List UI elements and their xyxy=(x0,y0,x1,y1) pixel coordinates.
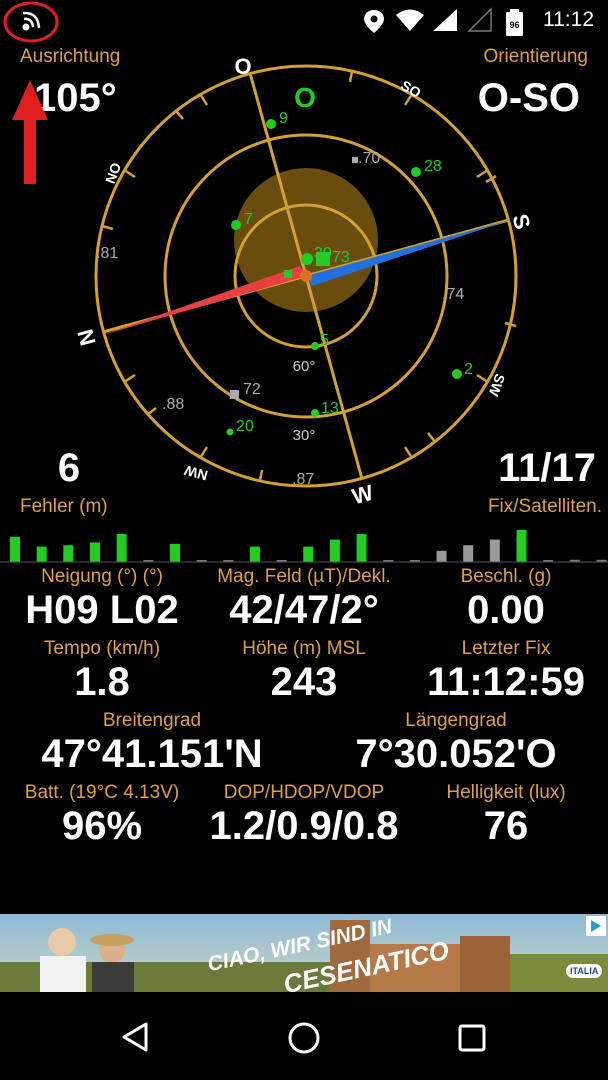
sat-5-label: 5 xyxy=(320,332,329,349)
needle-hub xyxy=(300,270,312,282)
signal-strength-bars xyxy=(0,529,608,563)
status-icons: 96 xyxy=(3,1,523,43)
metric-label-lastfix: Letzter Fix xyxy=(461,638,551,659)
metric-label-tilt: Neigung (°) (°) xyxy=(41,566,163,587)
sat-87-label: .87 xyxy=(292,471,314,488)
signal-bar xyxy=(63,545,74,562)
sat-7-label: 7 xyxy=(244,211,253,228)
signal-bar xyxy=(303,546,314,562)
metric-label-magfield: Mag. Feld (µT)/Dekl. xyxy=(217,566,391,587)
metric-label-latitude: Breitengrad xyxy=(102,710,202,731)
ring-label-60: 60° xyxy=(293,358,316,375)
metric-value-magfield: 42/47/2° xyxy=(229,588,379,632)
status-bar: 96 11:12 xyxy=(0,0,608,44)
cardinal-east: O xyxy=(234,54,251,79)
signal-bar xyxy=(436,550,447,562)
cardinal-north: N xyxy=(72,326,100,348)
metric-value-lastfix: 11:12:59 xyxy=(427,660,585,704)
satellite-app-icon xyxy=(3,1,59,43)
ad-banner[interactable]: CIAO, WIR SIND IN CESENATICO ITALIA xyxy=(0,914,608,992)
fix-label: Fix/Satelliten. xyxy=(487,496,602,517)
metric-value-latitude: 47°41.151'N xyxy=(41,732,263,776)
sat-20-label: 20 xyxy=(236,418,254,435)
metric-label-brightness: Helligkeit (lux) xyxy=(446,782,566,803)
signal-bar xyxy=(36,546,47,562)
sat-30-dot xyxy=(301,253,313,265)
metric-value-dop: 1.2/0.9/0.8 xyxy=(209,804,399,848)
sat-73-label: 73 xyxy=(332,249,350,266)
sat-72-square xyxy=(230,390,239,399)
error-label: Fehler (m) xyxy=(20,496,108,517)
ring-label-30: 30° xyxy=(293,427,316,444)
signal-bar xyxy=(169,543,180,562)
cell-signal-icon xyxy=(433,9,457,31)
sat-30-label: 30 xyxy=(314,245,332,262)
metric-value-accel: 0.00 xyxy=(467,588,545,632)
sat-72-label: 72 xyxy=(243,381,261,398)
home-icon[interactable] xyxy=(286,1020,322,1056)
sat-74-label: .74 xyxy=(442,286,464,303)
wifi-icon xyxy=(396,9,424,31)
navigation-bar xyxy=(0,992,608,1080)
sat-13-dot xyxy=(311,409,319,417)
sat-small-square xyxy=(284,270,292,278)
back-icon[interactable] xyxy=(118,1020,152,1054)
sat-7-dot xyxy=(231,220,241,230)
ad-brand: ITALIA xyxy=(566,964,603,978)
cardinal-se: SO xyxy=(398,77,424,101)
clock: 11:12 xyxy=(543,8,594,31)
sat-9-dot xyxy=(266,119,276,129)
metric-value-speed: 1.8 xyxy=(74,660,130,704)
metric-value-battery: 96% xyxy=(61,804,143,848)
signal-bar xyxy=(356,534,367,562)
metric-label-longitude: Längengrad xyxy=(405,710,507,731)
signal-bar xyxy=(516,529,527,562)
sky-plot: O S W N SO SW NW NO 60° 30° O 9 28 7 30 … xyxy=(72,54,535,510)
location-pin-icon xyxy=(364,10,384,33)
signal-bar xyxy=(249,546,260,562)
cardinal-sw: SW xyxy=(485,372,508,399)
error-value: 6 xyxy=(57,446,81,490)
metric-label-dop: DOP/HDOP/VDOP xyxy=(223,782,385,803)
sat-28-label: 28 xyxy=(424,158,442,175)
metric-label-accel: Beschl. (g) xyxy=(460,566,552,587)
battery-level-text: 96 xyxy=(509,20,519,30)
sat-28-dot xyxy=(411,167,421,177)
sat-o-marker: O xyxy=(294,82,316,113)
cardinal-nw: NW xyxy=(182,462,209,484)
sat-5-dot xyxy=(311,342,319,350)
metric-label-battery: Batt. (19°C 4.13V) xyxy=(24,782,180,803)
metric-value-brightness: 76 xyxy=(483,804,529,848)
cardinal-ne: NO xyxy=(102,160,124,185)
signal-bar xyxy=(10,536,20,562)
fix-value: 11/17 xyxy=(498,446,596,490)
signal-bar xyxy=(329,539,340,562)
cardinal-west: W xyxy=(349,480,376,510)
signal-bar xyxy=(116,534,127,562)
cardinal-south: S xyxy=(507,211,535,232)
signal-bar xyxy=(489,539,500,562)
signal-bar xyxy=(463,545,474,562)
sat-2-dot xyxy=(452,369,462,379)
sat-9-label: 9 xyxy=(279,110,288,127)
metric-value-longitude: 7°30.052'O xyxy=(355,732,557,776)
cell-signal-empty-icon xyxy=(467,7,492,32)
metric-value-tilt: H09 L02 xyxy=(25,588,179,632)
recents-icon[interactable] xyxy=(456,1022,488,1054)
sat-81-label: .81 xyxy=(96,245,118,262)
metric-label-altitude: Höhe (m) MSL xyxy=(242,638,366,659)
sat-20-dot xyxy=(226,428,234,436)
signal-bar xyxy=(89,542,100,562)
sat-88-label: .88 xyxy=(162,396,184,413)
sat-13-label: 13 xyxy=(321,400,339,417)
sat-70-label: .70 xyxy=(358,150,380,167)
metric-label-speed: Tempo (km/h) xyxy=(43,638,161,659)
metric-value-altitude: 243 xyxy=(270,660,338,704)
sat-2-label: 2 xyxy=(464,361,473,378)
